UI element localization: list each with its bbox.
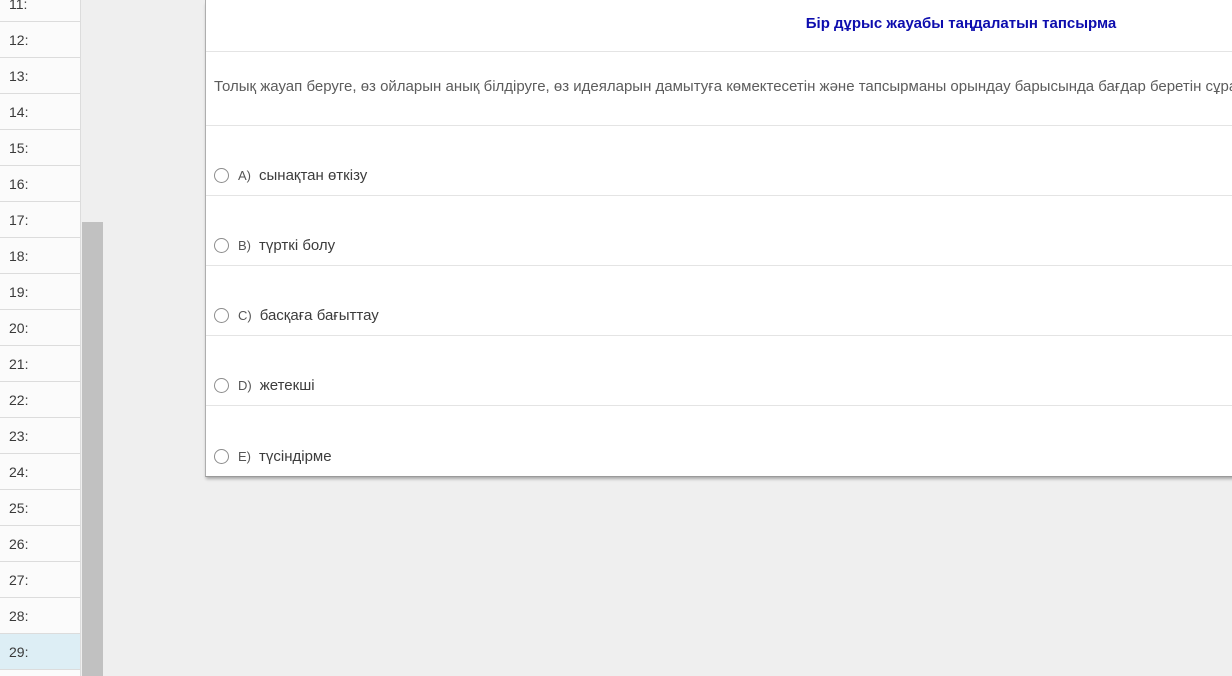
sidebar-item-label: 12: (9, 31, 29, 48)
radio-button-icon[interactable] (214, 168, 229, 183)
option-text: жетекші (259, 377, 315, 394)
sidebar-item-label: 29: (9, 643, 29, 660)
sidebar-item-label: 17: (9, 211, 29, 228)
answer-option-row[interactable]: C) басқаға бағыттау (206, 266, 1232, 336)
sidebar-item-label: 25: (9, 499, 29, 516)
option-text: сынақтан өткізу (259, 167, 368, 184)
option-letter: A) (238, 168, 251, 183)
sidebar-item-question-number[interactable] (0, 670, 80, 676)
question-panel: Бір дұрыс жауабы таңдалатын тапсырма Тол… (205, 0, 1232, 477)
sidebar-scrollbar-track[interactable] (82, 0, 103, 676)
sidebar-item-question-number[interactable]: 11: (0, 0, 80, 22)
radio-button-icon[interactable] (214, 448, 229, 464)
sidebar-item-question-number[interactable]: 21: (0, 346, 80, 382)
question-type-title: Бір дұрыс жауабы таңдалатын тапсырма (805, 15, 1117, 32)
sidebar-item-question-number[interactable]: 29: (0, 634, 80, 670)
sidebar-item-label: 18: (9, 247, 29, 264)
sidebar-item-label: 16: (9, 175, 29, 192)
sidebar-item-label: 11: (9, 0, 28, 12)
question-text: Толық жауап беруге, өз ойларын анық білд… (214, 78, 1232, 95)
sidebar-item-question-number[interactable]: 23: (0, 418, 80, 454)
sidebar-item-label: 14: (9, 103, 29, 120)
answer-option-row[interactable]: E) түсіндірме (206, 406, 1232, 476)
option-letter: B) (238, 238, 251, 253)
sidebar-item-question-number[interactable]: 27: (0, 562, 80, 598)
question-nav-sidebar: 11: 12: 13: 14: 15: 16: 17: 18: 19: 20: … (0, 0, 81, 676)
sidebar-item-label: 19: (9, 283, 29, 300)
sidebar-item-question-number[interactable]: 25: (0, 490, 80, 526)
option-text: басқаға бағыттау (259, 307, 379, 324)
option-letter: C) (238, 308, 252, 323)
sidebar-item-question-number[interactable]: 13: (0, 58, 80, 94)
sidebar-item-question-number[interactable]: 24: (0, 454, 80, 490)
sidebar-item-question-number[interactable]: 17: (0, 202, 80, 238)
sidebar-item-question-number[interactable]: 22: (0, 382, 80, 418)
sidebar-item-question-number[interactable]: 20: (0, 310, 80, 346)
question-type-header: Бір дұрыс жауабы таңдалатын тапсырма (206, 0, 1232, 52)
sidebar-item-question-number[interactable]: 16: (0, 166, 80, 202)
sidebar-item-question-number[interactable]: 15: (0, 130, 80, 166)
sidebar-item-label: 23: (9, 427, 29, 444)
sidebar-item-label: 27: (9, 571, 29, 588)
answer-option-row[interactable]: A) сынақтан өткізу (206, 126, 1232, 196)
answer-option-row[interactable]: B) түрткі болу (206, 196, 1232, 266)
sidebar-item-label: 15: (9, 139, 29, 156)
sidebar-item-question-number[interactable]: 18: (0, 238, 80, 274)
sidebar-item-question-number[interactable]: 19: (0, 274, 80, 310)
answer-option-row[interactable]: D) жетекші (206, 336, 1232, 406)
sidebar-item-question-number[interactable]: 26: (0, 526, 80, 562)
sidebar-item-question-number[interactable]: 28: (0, 598, 80, 634)
sidebar-item-label: 28: (9, 607, 29, 624)
quiz-app: 11: 12: 13: 14: 15: 16: 17: 18: 19: 20: … (0, 0, 1232, 676)
radio-button-icon[interactable] (214, 308, 229, 323)
sidebar-item-question-number[interactable]: 12: (0, 22, 80, 58)
sidebar-item-question-number[interactable]: 14: (0, 94, 80, 130)
option-letter: D) (238, 378, 252, 393)
option-text: түрткі болу (259, 237, 336, 254)
sidebar-scrollbar-thumb[interactable] (82, 222, 103, 676)
sidebar-item-label: 20: (9, 319, 29, 336)
sidebar-item-label: 22: (9, 391, 29, 408)
question-section: Толық жауап беруге, өз ойларын анық білд… (206, 52, 1232, 126)
radio-button-icon[interactable] (214, 378, 229, 393)
sidebar-item-label: 21: (9, 355, 29, 372)
sidebar-item-label: 13: (9, 67, 29, 84)
option-text: түсіндірме (259, 447, 332, 465)
radio-button-icon[interactable] (214, 238, 229, 253)
option-letter: E) (238, 448, 251, 464)
sidebar-item-label: 26: (9, 535, 29, 552)
sidebar-item-label: 24: (9, 463, 29, 480)
